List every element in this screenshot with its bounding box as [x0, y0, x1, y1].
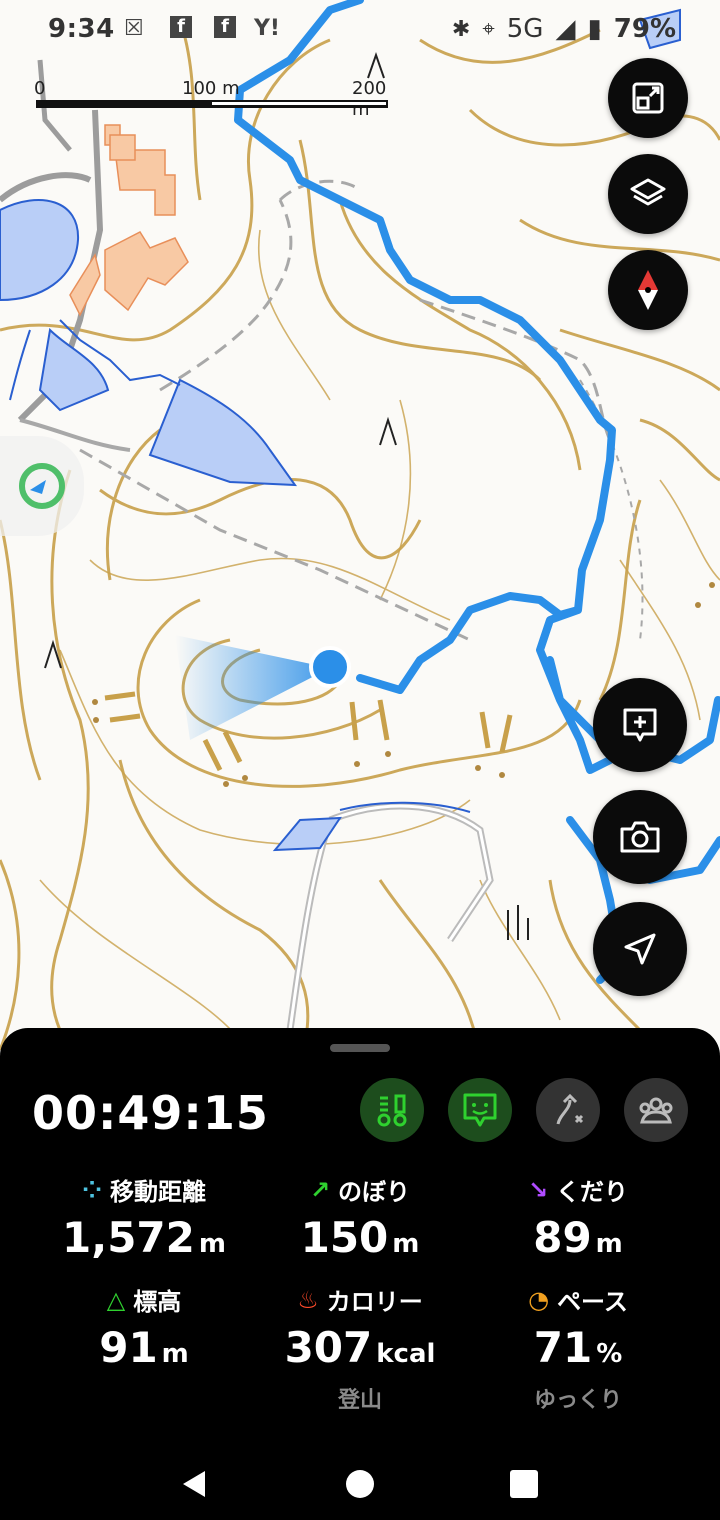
- pace-icon: ◔: [528, 1285, 550, 1314]
- home-icon: [346, 1470, 374, 1498]
- stat-value: 1,572: [62, 1213, 195, 1262]
- locate-button[interactable]: [593, 902, 687, 996]
- activity-panel[interactable]: 00:49:15 ⁘ 移動距離 1,572 m ↗ のぼり 150 m ↘ くだり 89: [0, 1028, 720, 1448]
- stat-value: 89: [533, 1213, 592, 1262]
- stat-label: 標高: [133, 1288, 182, 1316]
- stat-unit: m: [595, 1229, 623, 1259]
- add-memo-button[interactable]: [593, 678, 687, 772]
- battery-icon: ▮: [587, 14, 602, 44]
- elevation-icon: △: [106, 1285, 126, 1314]
- stat-calorie: ♨ カロリー 307 kcal 登山: [240, 1282, 480, 1414]
- stat-ascent: ↗ のぼり 150 m: [240, 1172, 480, 1263]
- status-bar: 9:34 ☒ f f Y! ✱ ⌖ 5G ◢ ▮ 79%: [0, 0, 720, 62]
- signal-icon: ◢: [555, 14, 576, 44]
- route-off-icon: [556, 1093, 584, 1125]
- home-button[interactable]: [334, 1458, 386, 1510]
- stat-descent: ↘ くだり 89 m: [458, 1172, 698, 1263]
- stat-value: 71: [533, 1323, 593, 1372]
- map-view[interactable]: 9:34 ☒ f f Y! ✱ ⌖ 5G ◢ ▮ 79% 0 100 m 200…: [0, 0, 720, 1060]
- stat-value: 91: [99, 1323, 158, 1372]
- camera-icon: [620, 821, 660, 853]
- bluetooth-icon: ✱: [451, 16, 471, 42]
- course-icon: [377, 1094, 407, 1127]
- fit-screen-icon: [632, 82, 664, 114]
- scale-label-0: 0: [34, 78, 46, 99]
- refresh-icon: [19, 463, 65, 509]
- compass-button[interactable]: [608, 250, 688, 330]
- map-scale: 0 100 m 200 m: [34, 78, 392, 120]
- stat-value: 307: [284, 1323, 373, 1372]
- elapsed-timer: 00:49:15: [32, 1086, 269, 1140]
- recents-icon: [510, 1470, 538, 1498]
- layers-button[interactable]: [608, 154, 688, 234]
- location-icon: ⌖: [482, 16, 495, 42]
- distance-icon: ⁘: [81, 1175, 103, 1204]
- stat-label: くだり: [556, 1178, 629, 1206]
- stat-unit: %: [596, 1339, 623, 1369]
- scale-label-200: 200 m: [352, 78, 387, 120]
- course-mode-button[interactable]: [360, 1078, 424, 1142]
- status-time: 9:34: [48, 14, 115, 44]
- stat-unit: m: [161, 1339, 189, 1369]
- stat-unit: m: [198, 1229, 226, 1259]
- recents-button[interactable]: [498, 1458, 550, 1510]
- location-arrow-icon: [624, 933, 656, 965]
- stat-unit: m: [392, 1229, 420, 1259]
- scale-label-100: 100 m: [182, 78, 240, 99]
- current-location-dot: [309, 646, 351, 688]
- battery-level: 79%: [613, 14, 676, 44]
- topographic-map: [0, 0, 720, 1060]
- network-label: 5G: [506, 14, 544, 44]
- navigation-bar: [0, 1448, 720, 1520]
- pace-description: ゆっくり: [533, 1388, 622, 1413]
- back-icon: [183, 1471, 205, 1497]
- descent-icon: ↘: [527, 1175, 549, 1204]
- resume-button[interactable]: [0, 436, 84, 536]
- stat-value: 150: [300, 1213, 389, 1262]
- group-mode-button[interactable]: [624, 1078, 688, 1142]
- add-memo-icon: [623, 708, 657, 742]
- notification-icon: ☒: [124, 16, 144, 41]
- stat-elevation: △ 標高 91 m: [24, 1282, 264, 1373]
- route-off-button[interactable]: [536, 1078, 600, 1142]
- fit-view-button[interactable]: [608, 58, 688, 138]
- stat-label: のぼり: [338, 1178, 411, 1206]
- facebook-icon: f: [170, 16, 192, 38]
- layers-icon: [630, 178, 666, 206]
- status-right: ✱ ⌖ 5G ◢ ▮ 79%: [452, 14, 676, 44]
- camera-button[interactable]: [593, 790, 687, 884]
- ascent-icon: ↗: [309, 1175, 331, 1204]
- memo-face-icon: [463, 1093, 497, 1127]
- memo-mode-button[interactable]: [448, 1078, 512, 1142]
- stat-label: ペース: [557, 1288, 628, 1316]
- stat-label: 移動距離: [110, 1178, 207, 1206]
- back-button[interactable]: [168, 1458, 220, 1510]
- facebook-icon: f: [214, 16, 236, 38]
- stat-distance: ⁘ 移動距離 1,572 m: [24, 1172, 264, 1263]
- stat-pace: ◔ ペース 71% ゆっくり: [458, 1282, 698, 1414]
- compass-icon: [638, 270, 658, 310]
- calorie-icon: ♨: [297, 1285, 319, 1314]
- stat-label: カロリー: [326, 1288, 423, 1316]
- activity-type: 登山: [337, 1388, 382, 1413]
- yahoo-icon: Y!: [254, 16, 280, 41]
- group-icon: [639, 1097, 673, 1124]
- drag-handle[interactable]: [330, 1044, 390, 1052]
- stat-unit: kcal: [376, 1339, 436, 1369]
